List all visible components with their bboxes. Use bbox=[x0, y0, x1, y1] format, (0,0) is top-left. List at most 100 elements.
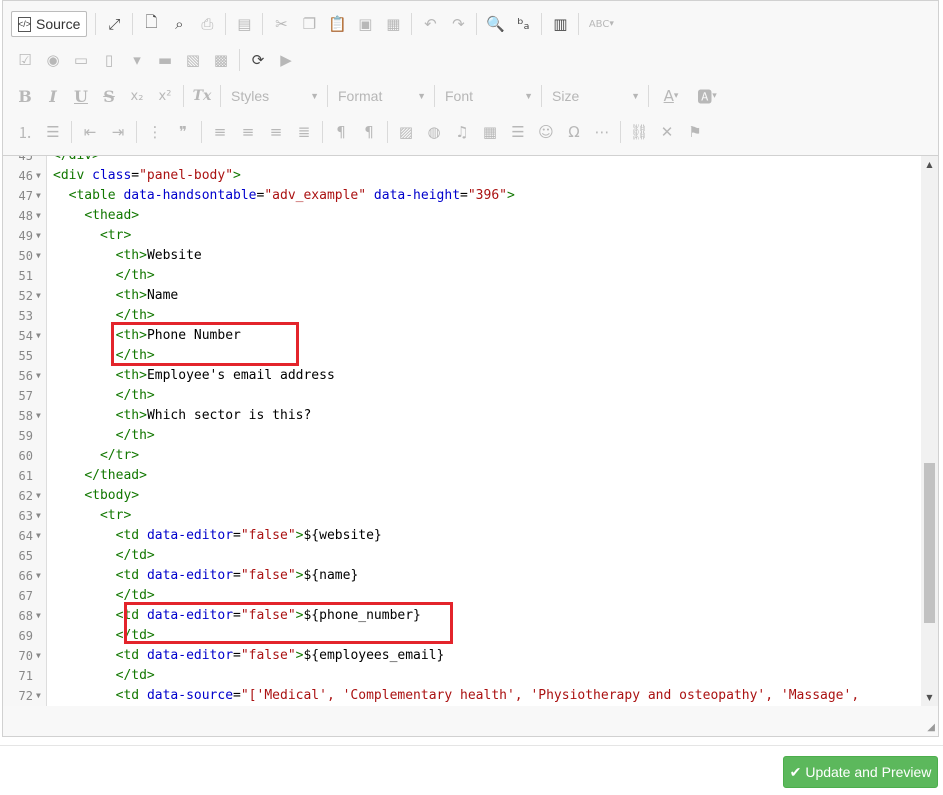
update-and-preview-button[interactable]: ✔ Update and Preview bbox=[783, 756, 938, 788]
ltr-icon[interactable]: ¶ bbox=[327, 119, 355, 145]
code-line[interactable]: 62 ▼ <tbody> bbox=[3, 486, 921, 506]
underline-icon[interactable]: U bbox=[67, 83, 95, 109]
code-line[interactable]: 66 ▼ <td data-editor="false">${name} bbox=[3, 566, 921, 586]
text-color-icon[interactable]: A ▾ bbox=[653, 83, 689, 109]
audio-icon[interactable]: ♫ bbox=[448, 119, 476, 145]
find-icon[interactable]: 🔍 bbox=[481, 11, 509, 37]
fold-arrow-icon[interactable]: ▼ bbox=[36, 646, 41, 666]
code-line[interactable]: 60 </tr> bbox=[3, 446, 921, 466]
code-line[interactable]: 56 ▼ <th>Employee's email address bbox=[3, 366, 921, 386]
hidden-field-icon[interactable]: ▩ bbox=[207, 47, 235, 73]
undo-icon[interactable]: ↶ bbox=[416, 11, 444, 37]
fold-arrow-icon[interactable]: ▼ bbox=[36, 506, 41, 526]
code-line[interactable]: 65 </td> bbox=[3, 546, 921, 566]
align-left-icon[interactable]: ≡ bbox=[206, 119, 234, 145]
superscript-icon[interactable]: x² bbox=[151, 83, 179, 109]
code-line[interactable]: 55 </th> bbox=[3, 346, 921, 366]
paste-word-icon[interactable]: ▦ bbox=[379, 11, 407, 37]
image-icon[interactable]: ▨ bbox=[392, 119, 420, 145]
special-char-icon[interactable]: Ω bbox=[560, 119, 588, 145]
background-color-icon[interactable]: 🅰 ▾ bbox=[689, 83, 725, 109]
image-button-icon[interactable]: ▧ bbox=[179, 47, 207, 73]
font-dropdown[interactable]: Font ▼ bbox=[439, 84, 537, 108]
code-line[interactable]: 63 ▼ <tr> bbox=[3, 506, 921, 526]
blockquote-icon[interactable]: ❞ bbox=[169, 119, 197, 145]
preview-icon[interactable]: ⌕ bbox=[165, 11, 193, 37]
checkbox-icon[interactable]: ☑ bbox=[11, 47, 39, 73]
copy-icon[interactable]: ❐ bbox=[295, 11, 323, 37]
redo-icon[interactable]: ↷ bbox=[444, 11, 472, 37]
code-line[interactable]: 50 ▼ <th>Website bbox=[3, 246, 921, 266]
code-line[interactable]: 59 </th> bbox=[3, 426, 921, 446]
cut-icon[interactable]: ✂ bbox=[267, 11, 295, 37]
scroll-down-arrow-icon[interactable]: ▼ bbox=[921, 689, 938, 706]
button-field-icon[interactable]: ▬ bbox=[151, 47, 179, 73]
print-icon[interactable]: ⎙ bbox=[193, 11, 221, 37]
spellcheck-icon[interactable]: ABC ▾ bbox=[583, 11, 619, 37]
code-line[interactable]: 54 ▼ <th>Phone Number bbox=[3, 326, 921, 346]
scroll-up-arrow-icon[interactable]: ▲ bbox=[921, 156, 938, 173]
format-dropdown[interactable]: Format ▼ bbox=[332, 84, 430, 108]
fold-arrow-icon[interactable]: ▼ bbox=[36, 606, 41, 626]
code-line[interactable]: 45 </div> bbox=[3, 156, 921, 166]
table-icon[interactable]: ▦ bbox=[476, 119, 504, 145]
refresh-icon[interactable]: ⟳ bbox=[244, 47, 272, 73]
justify-icon[interactable]: ≣ bbox=[290, 119, 318, 145]
link-icon[interactable]: ⛓ bbox=[625, 119, 653, 145]
textfield-icon[interactable]: ▭ bbox=[67, 47, 95, 73]
align-center-icon[interactable]: ≡ bbox=[234, 119, 262, 145]
rtl-icon[interactable]: ¶ bbox=[355, 119, 383, 145]
fold-arrow-icon[interactable]: ▼ bbox=[36, 486, 41, 506]
paste-text-icon[interactable]: ▣ bbox=[351, 11, 379, 37]
code-line[interactable]: 49 ▼ <tr> bbox=[3, 226, 921, 246]
code-lines[interactable]: 45 </div> 46 ▼ <div class="panel-body"> 47 ▼ <… bbox=[3, 156, 921, 706]
code-line[interactable]: 71 </td> bbox=[3, 666, 921, 686]
fold-arrow-icon[interactable]: ▼ bbox=[36, 206, 41, 226]
code-line[interactable]: 46 ▼ <div class="panel-body"> bbox=[3, 166, 921, 186]
fold-arrow-icon[interactable]: ▼ bbox=[36, 166, 41, 186]
fold-arrow-icon[interactable]: ▼ bbox=[36, 566, 41, 586]
unlink-icon[interactable]: ✕ bbox=[653, 119, 681, 145]
fold-arrow-icon[interactable]: ▼ bbox=[36, 246, 41, 266]
bold-icon[interactable]: B bbox=[11, 83, 39, 109]
bulleted-list-icon[interactable]: ☰ bbox=[39, 119, 67, 145]
align-right-icon[interactable]: ≡ bbox=[262, 119, 290, 145]
new-page-icon[interactable]: 🗋 bbox=[137, 11, 165, 37]
fold-arrow-icon[interactable]: ▼ bbox=[36, 366, 41, 386]
code-line[interactable]: 64 ▼ <td data-editor="false">${website} bbox=[3, 526, 921, 546]
code-line[interactable]: 47 ▼ <table data-handsontable="adv_exampl… bbox=[3, 186, 921, 206]
fold-arrow-icon[interactable]: ▼ bbox=[36, 526, 41, 546]
code-line[interactable]: 52 ▼ <th>Name bbox=[3, 286, 921, 306]
code-line[interactable]: 72 ▼ <td data-source="['Medical', 'Comple… bbox=[3, 686, 921, 706]
size-dropdown[interactable]: Size ▼ bbox=[546, 84, 644, 108]
select-all-icon[interactable]: ▥ bbox=[546, 11, 574, 37]
fold-arrow-icon[interactable]: ▼ bbox=[36, 326, 41, 346]
code-line[interactable]: 67 </td> bbox=[3, 586, 921, 606]
anchor-flag-icon[interactable]: ⚑ bbox=[681, 119, 709, 145]
numbered-list-icon[interactable]: ⒈ bbox=[11, 119, 39, 145]
page-break-icon[interactable]: ⋯ bbox=[588, 119, 616, 145]
horizontal-line-icon[interactable]: ☰ bbox=[504, 119, 532, 145]
templates-icon[interactable]: ▤ bbox=[230, 11, 258, 37]
remove-format-icon[interactable]: Tx bbox=[188, 83, 216, 109]
textarea-icon[interactable]: ▯ bbox=[95, 47, 123, 73]
italic-icon[interactable]: I bbox=[39, 83, 67, 109]
resize-handle-icon[interactable]: ◢ bbox=[927, 722, 935, 733]
code-line[interactable]: 58 ▼ <th>Which sector is this? bbox=[3, 406, 921, 426]
vertical-scrollbar[interactable]: ▲ ▼ bbox=[921, 156, 938, 706]
smiley-icon[interactable]: ☺ bbox=[532, 119, 560, 145]
source-button[interactable]: </> Source bbox=[11, 11, 88, 37]
code-line[interactable]: 61 </thead> bbox=[3, 466, 921, 486]
maximize-icon[interactable]: ⤢ bbox=[100, 11, 128, 37]
strikethrough-icon[interactable]: S bbox=[95, 83, 123, 109]
outdent-icon[interactable]: ⇤ bbox=[76, 119, 104, 145]
fold-arrow-icon[interactable]: ▼ bbox=[36, 286, 41, 306]
replace-icon[interactable]: ᵇₐ bbox=[509, 11, 537, 37]
fold-arrow-icon[interactable]: ▼ bbox=[36, 226, 41, 246]
code-line[interactable]: 69 </td> bbox=[3, 626, 921, 646]
select-field-icon[interactable]: ▾ bbox=[123, 47, 151, 73]
radio-icon[interactable]: ◉ bbox=[39, 47, 67, 73]
code-line[interactable]: 70 ▼ <td data-editor="false">${employees_… bbox=[3, 646, 921, 666]
youtube-icon[interactable]: ▶ bbox=[272, 47, 300, 73]
source-code-area[interactable]: 45 </div> 46 ▼ <div class="panel-body"> 47 ▼ <… bbox=[3, 155, 938, 707]
